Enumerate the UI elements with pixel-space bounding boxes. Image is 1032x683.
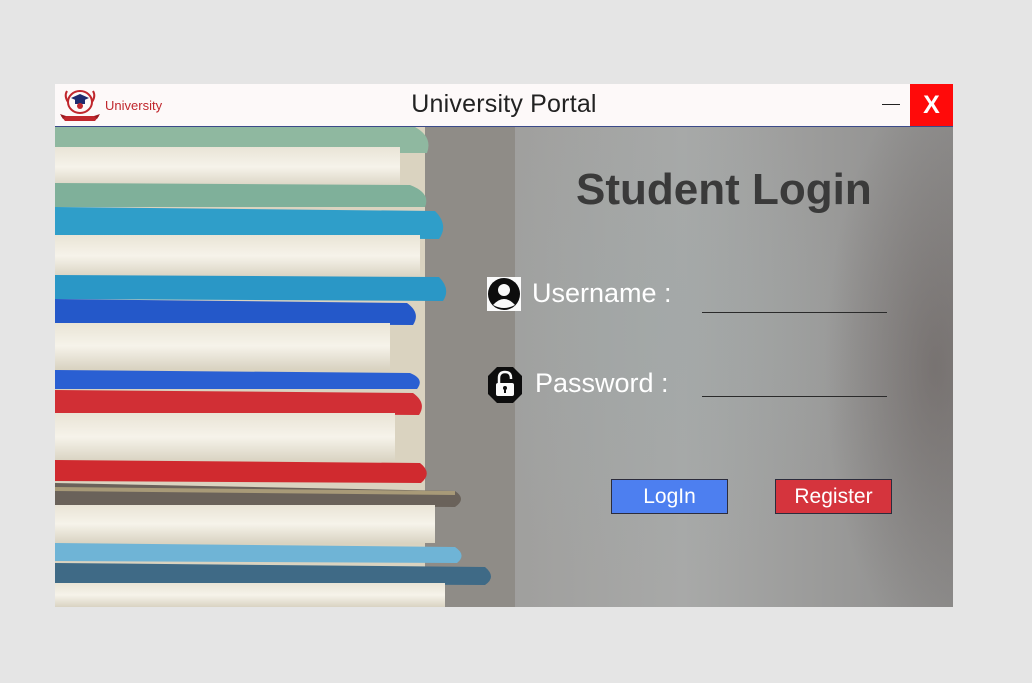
logo-text: University xyxy=(105,98,163,113)
minimize-button[interactable] xyxy=(873,84,910,126)
university-logo-icon xyxy=(60,90,100,121)
minimize-icon xyxy=(882,104,900,105)
username-input[interactable] xyxy=(702,286,887,313)
login-window: University University Portal X Student L… xyxy=(55,84,953,607)
close-button[interactable]: X xyxy=(910,84,953,126)
lock-icon xyxy=(488,367,522,403)
password-input[interactable] xyxy=(702,370,887,397)
login-panel: Student Login Username : Password : LogI… xyxy=(55,127,953,607)
register-button[interactable]: Register xyxy=(775,479,892,514)
user-icon xyxy=(487,277,521,311)
login-button[interactable]: LogIn xyxy=(611,479,728,514)
books-stack-image xyxy=(55,127,515,607)
password-label: Password : xyxy=(535,368,669,398)
title-bar: University University Portal X xyxy=(55,84,953,127)
login-heading: Student Login xyxy=(576,165,872,214)
window-title: University Portal xyxy=(411,90,597,118)
username-label: Username : xyxy=(532,278,672,308)
